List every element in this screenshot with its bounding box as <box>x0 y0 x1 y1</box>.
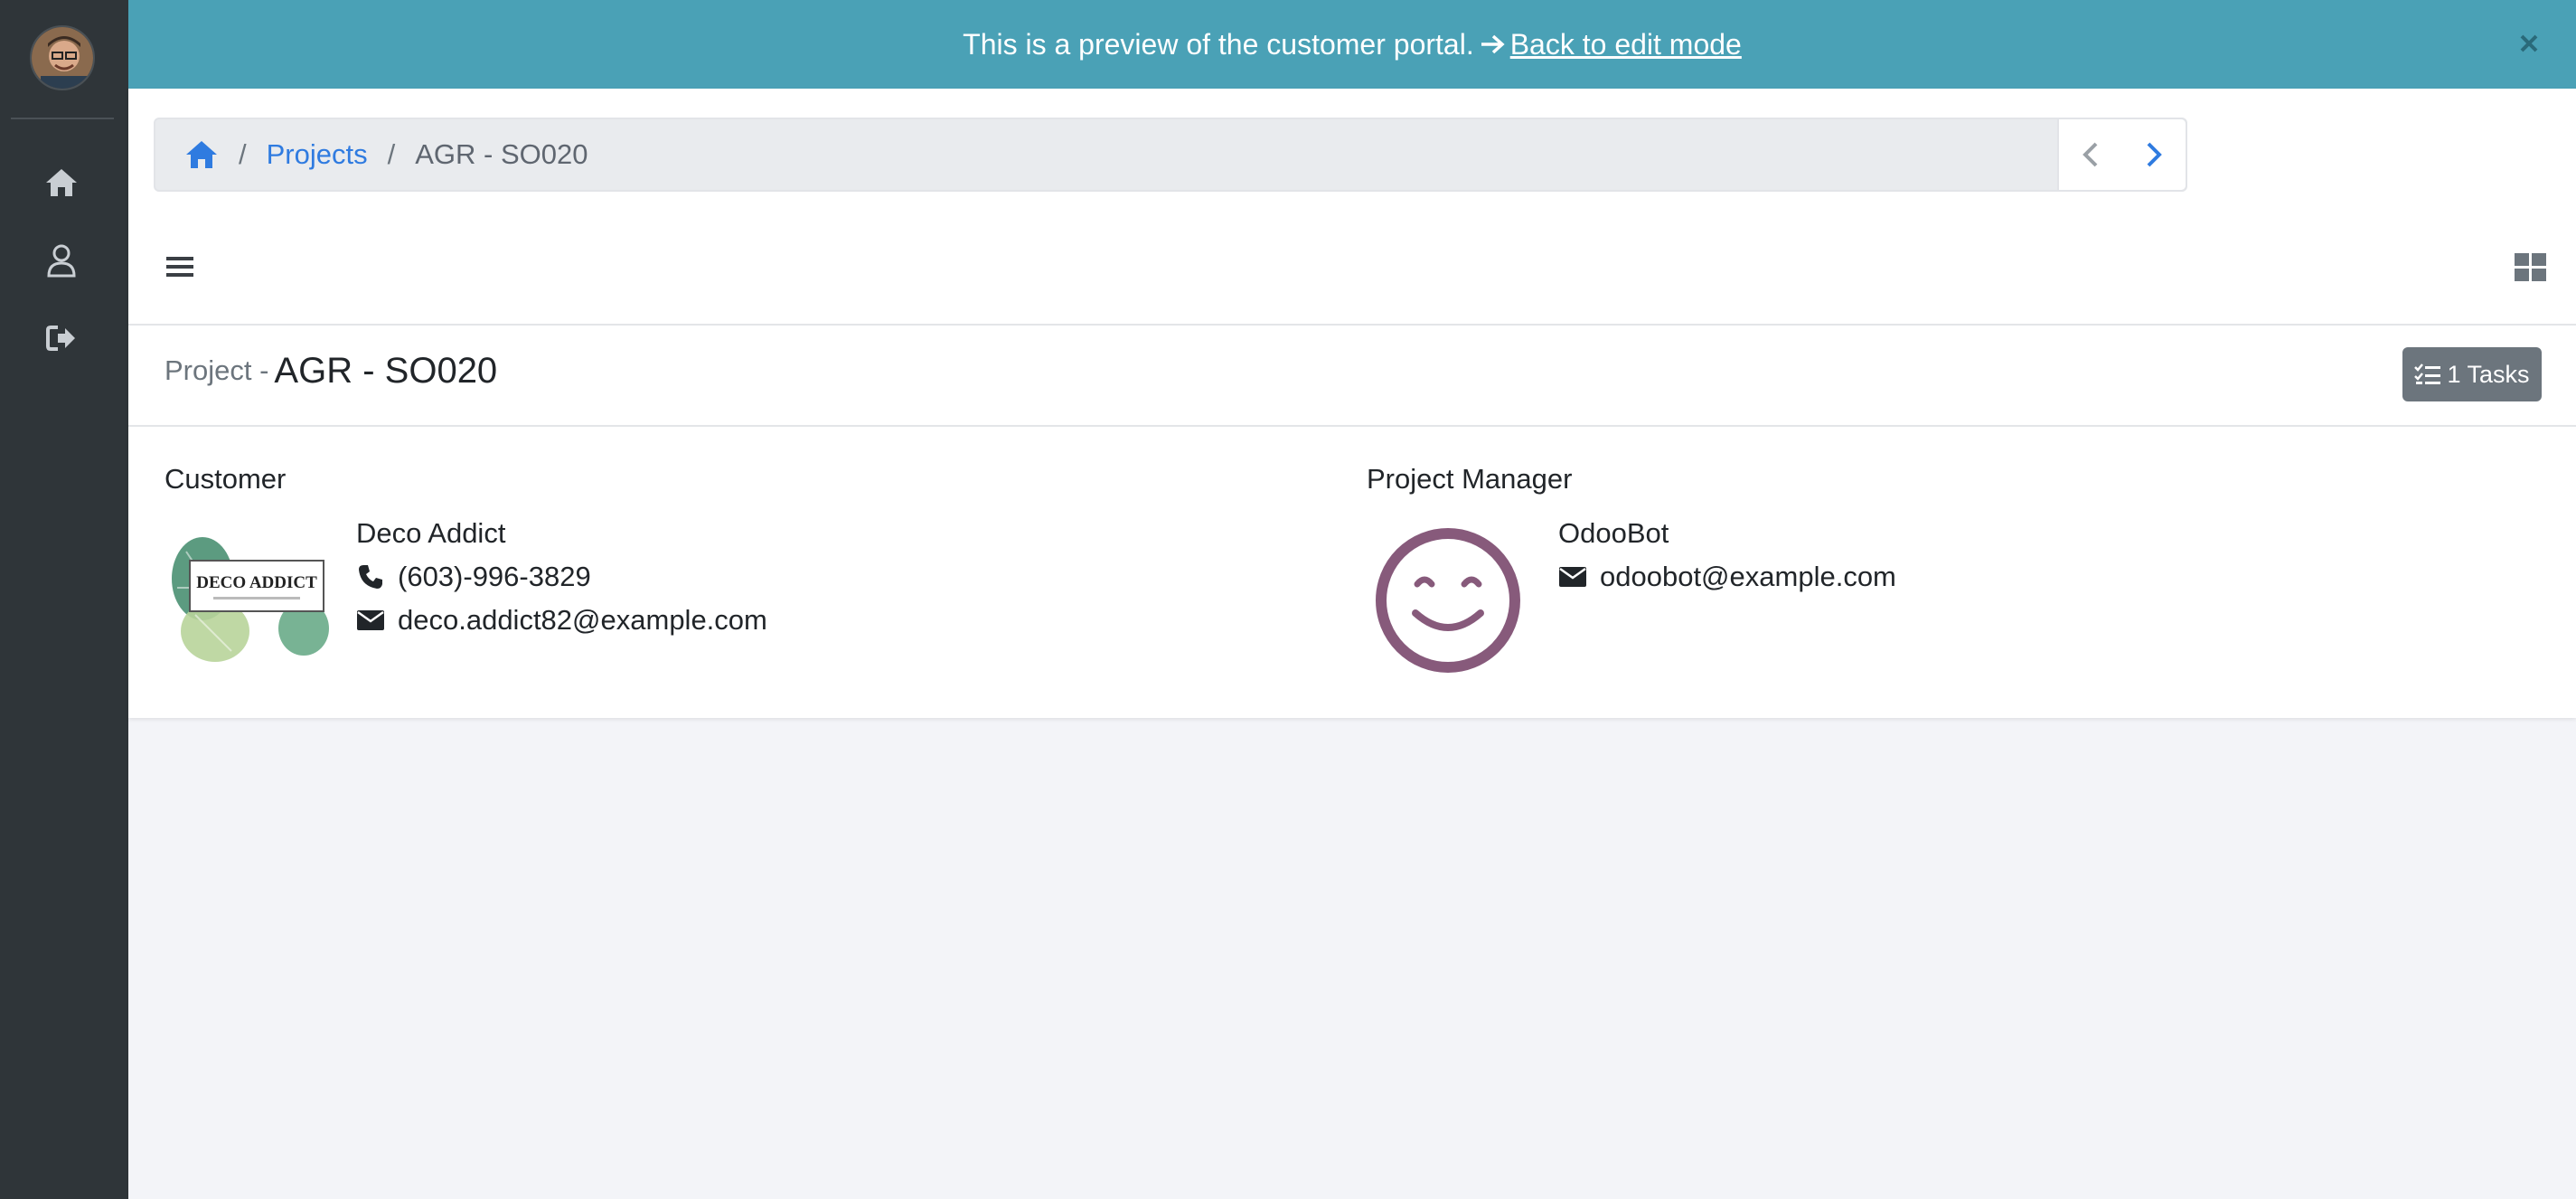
customer-label: Customer <box>165 463 287 495</box>
project-title-prefix: Project - <box>165 354 269 386</box>
project-manager-label: Project Manager <box>1367 463 1573 495</box>
back-link-label: Back to edit mode <box>1509 27 1742 61</box>
portal-content: / Projects / AGR - SO020 Project - AGR -… <box>128 89 2576 718</box>
home-icon[interactable] <box>40 161 83 204</box>
sidebar-divider <box>11 118 114 119</box>
home-icon[interactable] <box>184 139 219 170</box>
customer-name: Deco Addict <box>356 517 506 549</box>
customer-phone-text: (603)-996-3829 <box>398 561 591 592</box>
tasks-button[interactable]: 1 Tasks <box>2402 347 2542 401</box>
envelope-icon <box>1558 565 1587 589</box>
grid-view-icon[interactable] <box>2515 253 2551 286</box>
chevron-left-icon[interactable] <box>2082 141 2100 168</box>
preview-banner: This is a preview of the customer portal… <box>128 0 2576 89</box>
breadcrumb-current: AGR - SO020 <box>415 138 588 170</box>
manager-name: OdooBot <box>1558 517 1669 549</box>
sign-out-icon[interactable] <box>40 316 83 360</box>
phone-icon <box>356 563 385 590</box>
envelope-icon <box>356 609 385 632</box>
customer-email-text[interactable]: deco.addict82@example.com <box>398 604 767 637</box>
breadcrumb-separator: / <box>239 138 247 170</box>
customer-logo: DECO ADDICT <box>168 533 331 667</box>
toolbar <box>128 215 2576 324</box>
project-name: AGR - SO020 <box>274 350 498 391</box>
user-icon[interactable] <box>40 239 83 282</box>
hamburger-menu-icon[interactable] <box>166 253 202 286</box>
arrow-right-icon <box>1481 34 1505 54</box>
customer-logo-text: DECO ADDICT <box>196 573 317 592</box>
sidebar <box>0 0 128 1199</box>
customer-email: deco.addict82@example.com <box>356 604 767 637</box>
breadcrumb: / Projects / AGR - SO020 <box>155 119 2057 190</box>
breadcrumb-projects-link[interactable]: Projects <box>267 138 368 171</box>
project-title: Project - AGR - SO020 <box>165 326 497 416</box>
chevron-right-icon[interactable] <box>2145 141 2163 168</box>
tasks-button-label: 1 Tasks <box>2447 360 2530 388</box>
banner-message: This is a preview of the customer portal… <box>963 27 1474 61</box>
tasks-list-icon <box>2414 363 2441 384</box>
divider <box>128 425 2576 427</box>
user-avatar[interactable] <box>30 25 95 90</box>
odoobot-avatar <box>1372 524 1524 676</box>
manager-email: odoobot@example.com <box>1558 561 1896 593</box>
manager-email-text[interactable]: odoobot@example.com <box>1600 561 1896 593</box>
breadcrumb-bar: / Projects / AGR - SO020 <box>154 118 2187 192</box>
customer-phone: (603)-996-3829 <box>356 561 591 593</box>
record-pager <box>2057 119 2186 190</box>
breadcrumb-separator: / <box>387 138 396 170</box>
back-to-edit-link[interactable]: Back to edit mode <box>1480 28 1742 61</box>
close-icon[interactable] <box>2511 25 2547 61</box>
